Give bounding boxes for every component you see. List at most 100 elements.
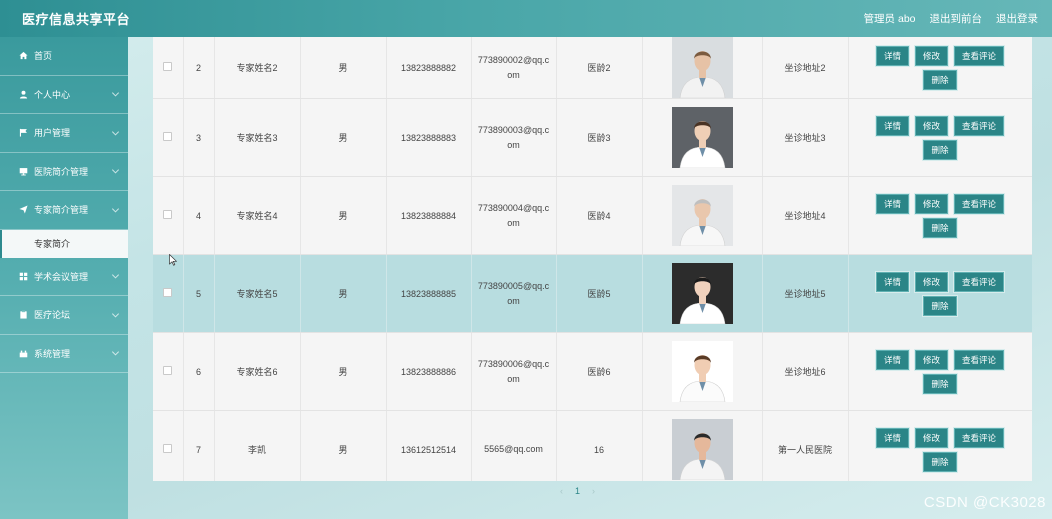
exit-to-front-link[interactable]: 退出到前台 bbox=[930, 11, 983, 26]
view-comments-button[interactable]: 查看评论 bbox=[954, 193, 1005, 214]
cell-actions: 详情 修改 查看评论 删除 bbox=[848, 254, 1032, 333]
cell-address: 坐诊地址2 bbox=[762, 37, 849, 99]
cell-dept: 医龄5 bbox=[556, 254, 643, 333]
detail-button[interactable]: 详情 bbox=[875, 427, 909, 448]
sidebar-item-system[interactable]: 系统管理 bbox=[0, 335, 128, 373]
cell-address: 坐诊地址3 bbox=[762, 98, 849, 177]
detail-button[interactable]: 详情 bbox=[875, 349, 909, 370]
sidebar-subitem-expert-intro[interactable]: 专家简介 bbox=[0, 229, 128, 258]
chevron-down-icon bbox=[111, 166, 120, 174]
watermark-text: CSDN @CK3028 bbox=[923, 494, 1046, 511]
detail-button[interactable]: 详情 bbox=[875, 271, 909, 292]
settings-icon bbox=[18, 348, 28, 358]
sidebar-item-users[interactable]: 用户管理 bbox=[0, 114, 128, 153]
next-page-button[interactable]: › bbox=[592, 486, 595, 496]
cell-address: 坐诊地址6 bbox=[762, 332, 849, 411]
doctor-portrait-icon bbox=[671, 37, 733, 98]
row-actions: 详情 修改 查看评论 删除 bbox=[865, 45, 1015, 90]
prev-page-button[interactable]: ‹ bbox=[560, 486, 563, 496]
admin-user-label[interactable]: 管理员 abo bbox=[864, 11, 916, 26]
cell-email: 773890004@qq.com bbox=[471, 176, 557, 255]
edit-button[interactable]: 修改 bbox=[914, 271, 948, 292]
cell-id: 7 bbox=[183, 410, 215, 481]
delete-button[interactable]: 删除 bbox=[923, 69, 957, 90]
sidebar-item-label: 个人中心 bbox=[34, 89, 71, 100]
top-header: 医疗信息共享平台 管理员 abo 退出到前台 退出登录 bbox=[0, 0, 1052, 37]
delete-button[interactable]: 删除 bbox=[923, 295, 957, 316]
expert-photo bbox=[671, 37, 733, 98]
cell-photo bbox=[642, 37, 763, 99]
row-checkbox[interactable] bbox=[163, 210, 173, 219]
send-icon bbox=[18, 205, 28, 215]
edit-button[interactable]: 修改 bbox=[914, 45, 948, 66]
delete-button[interactable]: 删除 bbox=[923, 373, 957, 394]
cell-actions: 详情 修改 查看评论 删除 bbox=[848, 332, 1032, 411]
view-comments-button[interactable]: 查看评论 bbox=[954, 45, 1005, 66]
row-checkbox[interactable] bbox=[163, 366, 173, 375]
doctor-portrait-icon bbox=[671, 419, 733, 480]
edit-button[interactable]: 修改 bbox=[914, 193, 948, 214]
cell-expert-name: 李凯 bbox=[214, 410, 301, 481]
chevron-down-icon bbox=[111, 310, 120, 318]
sidebar-item-home[interactable]: 首页 bbox=[0, 37, 128, 76]
row-checkbox[interactable] bbox=[163, 288, 173, 297]
expert-photo bbox=[671, 419, 733, 480]
email-text: 773890005@qq.com bbox=[477, 280, 550, 306]
row-select-cell bbox=[153, 98, 184, 177]
app-title: 医疗信息共享平台 bbox=[22, 12, 131, 27]
sidebar-item-label: 学术会议管理 bbox=[34, 271, 89, 282]
doctor-portrait-icon bbox=[671, 341, 733, 402]
cell-gender: 男 bbox=[300, 254, 387, 333]
sidebar-item-hospital-intro[interactable]: 医院简介管理 bbox=[0, 153, 128, 191]
delete-button[interactable]: 删除 bbox=[923, 139, 957, 160]
edit-button[interactable]: 修改 bbox=[914, 427, 948, 448]
delete-button[interactable]: 删除 bbox=[923, 451, 957, 472]
home-icon bbox=[18, 51, 28, 61]
table-row: 6 专家姓名6 男 13823888886 773890006@qq.com 医… bbox=[153, 332, 1032, 411]
sidebar-item-expert-intro[interactable]: 专家简介管理 bbox=[0, 191, 128, 230]
cell-email: 773890005@qq.com bbox=[471, 254, 557, 333]
cell-address: 第一人民医院 bbox=[762, 410, 849, 481]
cell-email: 773890002@qq.com bbox=[471, 37, 557, 99]
detail-button[interactable]: 详情 bbox=[875, 45, 909, 66]
cell-phone: 13823888883 bbox=[386, 98, 472, 177]
cell-gender: 男 bbox=[300, 410, 387, 481]
row-actions: 详情 修改 查看评论 删除 bbox=[865, 427, 1015, 472]
chevron-down-icon bbox=[111, 271, 120, 279]
delete-button[interactable]: 删除 bbox=[923, 217, 957, 238]
sidebar-item-conference[interactable]: 学术会议管理 bbox=[0, 258, 128, 296]
table-row: 2 专家姓名2 男 13823888882 773890002@qq.com 医… bbox=[153, 37, 1032, 99]
email-text: 773890004@qq.com bbox=[477, 202, 550, 228]
view-comments-button[interactable]: 查看评论 bbox=[954, 115, 1005, 136]
sidebar-item-forum[interactable]: 医疗论坛 bbox=[0, 296, 128, 335]
sidebar: 首页 个人中心 用户管理 医院简介管理 专家简介管理 专家简介 学术会议管理 医… bbox=[0, 37, 128, 519]
logout-link[interactable]: 退出登录 bbox=[996, 11, 1038, 26]
edit-button[interactable]: 修改 bbox=[914, 115, 948, 136]
cell-expert-name: 专家姓名2 bbox=[214, 37, 301, 99]
cell-id: 2 bbox=[183, 37, 215, 99]
cell-gender: 男 bbox=[300, 37, 387, 99]
row-select-cell bbox=[153, 410, 184, 481]
row-checkbox[interactable] bbox=[163, 444, 173, 453]
cell-dept: 医龄6 bbox=[556, 332, 643, 411]
view-comments-button[interactable]: 查看评论 bbox=[954, 271, 1005, 292]
pagination: ‹ 1 › bbox=[560, 486, 595, 496]
expert-table: 2 专家姓名2 男 13823888882 773890002@qq.com 医… bbox=[153, 37, 1032, 481]
expert-photo bbox=[671, 263, 733, 324]
cell-photo bbox=[642, 176, 763, 255]
page-number-1[interactable]: 1 bbox=[575, 486, 580, 496]
row-checkbox[interactable] bbox=[163, 132, 173, 141]
view-comments-button[interactable]: 查看评论 bbox=[954, 349, 1005, 370]
view-comments-button[interactable]: 查看评论 bbox=[954, 427, 1005, 448]
user-icon bbox=[18, 89, 28, 99]
table-row: 3 专家姓名3 男 13823888883 773890003@qq.com 医… bbox=[153, 98, 1032, 177]
detail-button[interactable]: 详情 bbox=[875, 115, 909, 136]
sidebar-item-profile[interactable]: 个人中心 bbox=[0, 76, 128, 114]
edit-button[interactable]: 修改 bbox=[914, 349, 948, 370]
cell-expert-name: 专家姓名3 bbox=[214, 98, 301, 177]
detail-button[interactable]: 详情 bbox=[875, 193, 909, 214]
expert-table-container: 2 专家姓名2 男 13823888882 773890002@qq.com 医… bbox=[153, 37, 1032, 481]
row-checkbox[interactable] bbox=[163, 62, 173, 71]
cell-expert-name: 专家姓名4 bbox=[214, 176, 301, 255]
expert-photo bbox=[671, 341, 733, 402]
